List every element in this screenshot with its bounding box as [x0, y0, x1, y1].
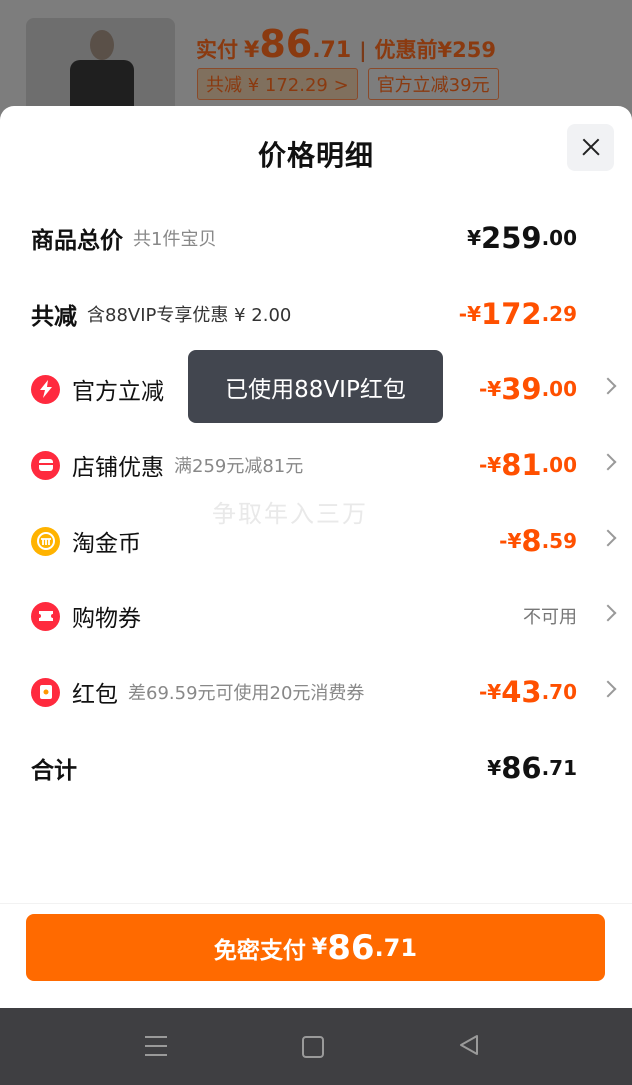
chevron-right-icon [599, 680, 617, 698]
discount-tag: 共减 ¥ 172.29 > [197, 68, 358, 100]
paid-dec: .71 [312, 38, 352, 63]
paid-label: 实付 [196, 38, 238, 62]
footer-divider [0, 903, 632, 904]
row-label: 商品总价 [31, 228, 123, 254]
row-sub: 差69.59元可使用20元消费券 [128, 683, 365, 704]
row-amount: -¥ 43.70 [478, 675, 577, 709]
chevron-right-icon [599, 604, 617, 622]
menu-icon[interactable] [145, 1036, 167, 1056]
official-discount-tag: 官方立减39元 [367, 68, 499, 100]
row-sub: 满259元减81元 [174, 456, 304, 477]
row-label: 合计 [31, 758, 77, 784]
row-grand-total: 合计 ¥86.71 [0, 742, 632, 794]
paid-int: 86 [259, 22, 313, 66]
chevron-right-icon [599, 529, 617, 547]
pay-button-int: 86 [327, 927, 375, 968]
row-label: 店铺优惠 [72, 455, 164, 481]
before-value: ¥259 [437, 38, 496, 62]
row-label: 官方立减 [72, 379, 164, 405]
gold-coin-icon [31, 526, 60, 556]
pay-button-label: 免密支付 [213, 937, 306, 964]
pay-button[interactable]: 免密支付 ¥86.71 [26, 914, 605, 981]
row-shopping-coupon[interactable]: 购物券 不可用 [0, 590, 632, 642]
row-sub: 含88VIP专享优惠 ¥ 2.00 [87, 305, 292, 326]
row-total-discount: 共减 含88VIP专享优惠 ¥ 2.00 -¥ 172.29 [0, 288, 632, 340]
row-sub: 共1件宝贝 [133, 229, 217, 250]
row-label: 购物券 [72, 606, 141, 632]
vip-red-packet-tooltip: 已使用88VIP红包 [188, 350, 443, 423]
product-thumbnail [26, 18, 175, 118]
row-amount: ¥259.00 [467, 221, 577, 255]
background-product-area: 实付 ¥86.71 | 优惠前¥259 共减 ¥ 172.29 > 官方立减39元 [0, 0, 632, 120]
price-detail-sheet: 价格明细 商品总价 共1件宝贝 ¥259.00 共减 含88VIP专享优惠 ¥ … [0, 106, 632, 1008]
coupon-icon [31, 601, 60, 631]
pay-button-dec: .71 [374, 933, 418, 962]
chevron-right-icon [599, 377, 617, 395]
row-total-price: 商品总价 共1件宝贝 ¥259.00 [0, 212, 632, 264]
row-amount: -¥ 81.00 [478, 448, 577, 482]
row-amount: -¥ 172.29 [458, 297, 577, 331]
chevron-right-icon [599, 453, 617, 471]
background-price: 实付 ¥86.71 | 优惠前¥259 [196, 22, 496, 66]
row-amount: ¥86.71 [487, 751, 577, 785]
lightning-icon [31, 374, 60, 404]
paid-symbol: ¥ [244, 38, 260, 63]
row-label: 共减 [31, 304, 77, 330]
row-amount: -¥ 39.00 [478, 372, 577, 406]
home-icon[interactable] [302, 1036, 324, 1058]
close-button[interactable] [567, 124, 614, 171]
row-label: 红包 [72, 682, 118, 708]
red-packet-icon [31, 677, 60, 707]
row-label: 淘金币 [72, 531, 141, 557]
before-label: 优惠前 [374, 38, 438, 62]
system-nav-bar [0, 1008, 632, 1085]
row-shop-discount[interactable]: 店铺优惠 满259元减81元 -¥ 81.00 [0, 439, 632, 491]
row-red-packet[interactable]: 红包 差69.59元可使用20元消费券 -¥ 43.70 [0, 666, 632, 718]
shop-icon [31, 450, 60, 480]
row-amount: -¥ 8.59 [499, 524, 577, 558]
watermark: 争取年入三万 [212, 500, 368, 528]
sheet-title: 价格明细 [257, 139, 374, 172]
pay-button-symbol: ¥ [311, 935, 328, 960]
price-separator: | [359, 38, 367, 62]
row-status: 不可用 [523, 607, 577, 628]
